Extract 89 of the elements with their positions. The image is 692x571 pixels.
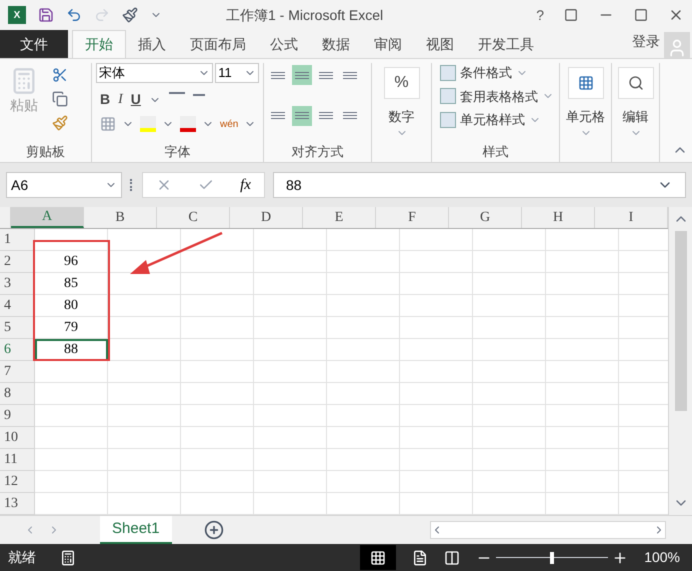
- table-cell: 79: [35, 317, 108, 339]
- file-tab[interactable]: 文件: [0, 30, 68, 58]
- zoom-slider[interactable]: [496, 552, 608, 564]
- row-header[interactable]: 11: [0, 449, 35, 471]
- underline-button[interactable]: U: [130, 89, 141, 110]
- format-painter-icon[interactable]: [52, 115, 68, 131]
- column-header[interactable]: G: [449, 207, 522, 228]
- row-header[interactable]: 2: [0, 251, 35, 273]
- more-icon: [130, 179, 134, 191]
- grid-icon: [370, 550, 386, 566]
- row-header[interactable]: 7: [0, 361, 35, 383]
- row-header[interactable]: 4: [0, 295, 35, 317]
- column-header[interactable]: C: [157, 207, 230, 228]
- style-icon: [440, 112, 456, 128]
- scrollbar-thumb[interactable]: [674, 231, 686, 411]
- ribbon-tab[interactable]: 数据: [310, 30, 362, 58]
- row-header[interactable]: 8: [0, 383, 35, 405]
- column-header[interactable]: D: [230, 207, 303, 228]
- sheet-tab[interactable]: Sheet1: [100, 516, 172, 544]
- ribbon-tab[interactable]: 页面布局: [178, 30, 258, 58]
- row-header[interactable]: 3: [0, 273, 35, 295]
- sign-in-link[interactable]: 登录: [632, 31, 660, 52]
- italic-button[interactable]: I: [118, 89, 123, 110]
- formula-input[interactable]: 88: [273, 172, 686, 198]
- ribbon-tab[interactable]: 公式: [258, 30, 310, 58]
- column-header[interactable]: A: [11, 207, 84, 228]
- ribbon-tab[interactable]: 审阅: [362, 30, 414, 58]
- group-label: 字体: [164, 143, 190, 160]
- row-header[interactable]: 13: [0, 493, 35, 515]
- fill-color-icon[interactable]: [140, 116, 156, 132]
- borders-icon[interactable]: [100, 116, 116, 132]
- font-color-icon[interactable]: [180, 116, 196, 132]
- row-header[interactable]: 1: [0, 229, 35, 251]
- ribbon-tab[interactable]: 视图: [414, 30, 466, 58]
- page-break-view-icon[interactable]: [444, 550, 460, 566]
- styles-menu-button[interactable]: 条件格式: [440, 63, 554, 82]
- number-button[interactable]: % 数字: [384, 63, 420, 142]
- style-icon: [440, 88, 456, 104]
- cells-button[interactable]: 单元格: [566, 63, 605, 142]
- ribbon-tab[interactable]: 开发工具: [466, 30, 546, 58]
- new-sheet-icon[interactable]: [204, 520, 224, 540]
- row-header[interactable]: 5: [0, 317, 35, 339]
- percent-symbol: %: [394, 73, 409, 93]
- normal-view-button[interactable]: [360, 545, 396, 570]
- zoom-slider-thumb[interactable]: [550, 552, 554, 564]
- editing-button[interactable]: 编辑: [618, 63, 654, 142]
- font-name-field[interactable]: 宋体: [96, 63, 214, 83]
- horizontal-scrollbar[interactable]: [430, 521, 666, 539]
- row-header[interactable]: 10: [0, 427, 35, 449]
- name-box[interactable]: A6: [6, 172, 122, 198]
- row-header[interactable]: 9: [0, 405, 35, 427]
- group-label: 样式: [482, 143, 508, 160]
- phonetic-button[interactable]: wén: [220, 116, 238, 132]
- style-icon: [440, 64, 456, 81]
- save-icon[interactable]: [38, 7, 54, 23]
- undo-icon[interactable]: [66, 7, 82, 23]
- excel-logo-icon: X: [8, 6, 26, 24]
- row-header[interactable]: 6: [0, 339, 35, 361]
- table-cell: 88: [35, 339, 108, 361]
- macro-record-icon[interactable]: [60, 550, 76, 566]
- table-cell: 85: [35, 273, 108, 295]
- insert-function-button[interactable]: fx: [240, 174, 251, 196]
- cut-icon[interactable]: [52, 67, 68, 83]
- row-header[interactable]: 12: [0, 471, 35, 493]
- ribbon-display-icon[interactable]: [564, 8, 578, 22]
- group-label: 对齐方式: [292, 143, 344, 160]
- grid-icon: [578, 75, 594, 91]
- column-header[interactable]: H: [522, 207, 595, 228]
- column-header[interactable]: B: [84, 207, 157, 228]
- group-label: 剪贴板: [26, 143, 65, 160]
- table-cell: 80: [35, 295, 108, 317]
- styles-menu-button[interactable]: 单元格样式: [440, 110, 554, 130]
- table-cell: 96: [35, 251, 108, 273]
- status-text: 就绪: [8, 548, 36, 567]
- styles-menu-button[interactable]: 套用表格格式: [440, 86, 554, 106]
- search-icon: [628, 75, 644, 91]
- column-header[interactable]: F: [376, 207, 449, 228]
- font-size-field[interactable]: 11: [215, 63, 259, 83]
- ribbon-tab[interactable]: 插入: [126, 30, 178, 58]
- column-header[interactable]: E: [303, 207, 376, 228]
- maximize-icon[interactable]: [634, 8, 648, 22]
- copy-icon[interactable]: [52, 91, 68, 107]
- help-button[interactable]: ?: [536, 4, 544, 26]
- zoom-level[interactable]: 100%: [644, 547, 680, 568]
- customize-icon[interactable]: [122, 7, 138, 23]
- ribbon-tab[interactable]: 开始: [72, 30, 126, 58]
- page-layout-view-icon[interactable]: [412, 550, 428, 566]
- bold-button[interactable]: B: [100, 89, 110, 110]
- window-title: 工作簿1 - Microsoft Excel: [226, 6, 384, 24]
